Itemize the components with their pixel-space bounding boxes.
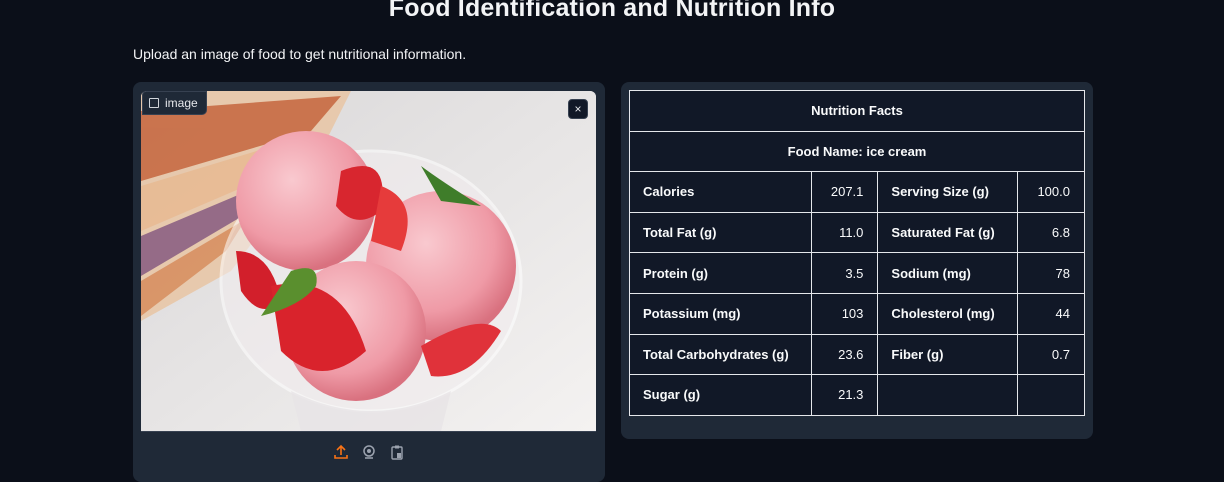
image-label-text: image <box>165 96 198 110</box>
nutrient-label: Fiber (g) <box>877 333 1019 376</box>
nutrient-value: 103 <box>811 292 879 335</box>
page-subtitle: Upload an image of food to get nutrition… <box>133 46 467 62</box>
uploaded-food-image[interactable] <box>141 91 596 431</box>
nutrient-label: Calories <box>628 171 813 213</box>
image-input-label: image <box>142 91 207 115</box>
table-row: Calories 207.1 Serving Size (g) 100.0 <box>628 171 1085 213</box>
page-title: Food Identification and Nutrition Info <box>388 0 836 22</box>
clear-image-button[interactable]: × <box>568 99 588 119</box>
nutrient-label: Protein (g) <box>628 252 813 294</box>
nutrient-label: Sodium (mg) <box>877 252 1019 294</box>
nutrient-label: Potassium (mg) <box>628 292 813 335</box>
nutrient-label: Cholesterol (mg) <box>877 292 1019 335</box>
nutrient-value: 207.1 <box>811 171 879 213</box>
image-source-toolbar <box>141 431 596 471</box>
nutrition-facts-table: Nutrition Facts Food Name: ice cream Cal… <box>628 90 1085 416</box>
table-row: Total Fat (g) 11.0 Saturated Fat (g) 6.8 <box>628 211 1085 254</box>
food-name: Food Name: ice cream <box>629 130 1085 173</box>
nutrient-label: Total Fat (g) <box>628 211 813 254</box>
image-icon <box>149 98 159 108</box>
nutrient-label: Serving Size (g) <box>877 171 1019 213</box>
nutrient-value: 3.5 <box>811 252 879 294</box>
table-row: Sugar (g) 21.3 <box>628 374 1085 416</box>
nutrient-value: 6.8 <box>1017 211 1085 254</box>
table-row: Total Carbohydrates (g) 23.6 Fiber (g) 0.7 <box>628 333 1085 376</box>
nutrient-label: Sugar (g) <box>628 374 813 416</box>
nutrition-header: Nutrition Facts <box>629 90 1085 132</box>
nutrient-value: 21.3 <box>811 374 879 416</box>
table-row: Potassium (mg) 103 Cholesterol (mg) 44 <box>628 292 1085 335</box>
nutrient-label: Saturated Fat (g) <box>877 211 1019 254</box>
ice-cream-photo <box>141 91 596 431</box>
table-row: Protein (g) 3.5 Sodium (mg) 78 <box>628 252 1085 294</box>
nutrient-label <box>877 374 1019 416</box>
clipboard-icon[interactable] <box>388 443 406 461</box>
nutrient-value: 44 <box>1017 292 1085 335</box>
nutrient-value <box>1017 374 1085 416</box>
nutrient-value: 0.7 <box>1017 333 1085 376</box>
nutrient-value: 78 <box>1017 252 1085 294</box>
nutrient-value: 11.0 <box>811 211 879 254</box>
upload-icon[interactable] <box>332 443 350 461</box>
webcam-icon[interactable] <box>360 443 378 461</box>
nutrient-value: 23.6 <box>811 333 879 376</box>
nutrient-label: Total Carbohydrates (g) <box>628 333 813 376</box>
nutrient-value: 100.0 <box>1017 171 1085 213</box>
